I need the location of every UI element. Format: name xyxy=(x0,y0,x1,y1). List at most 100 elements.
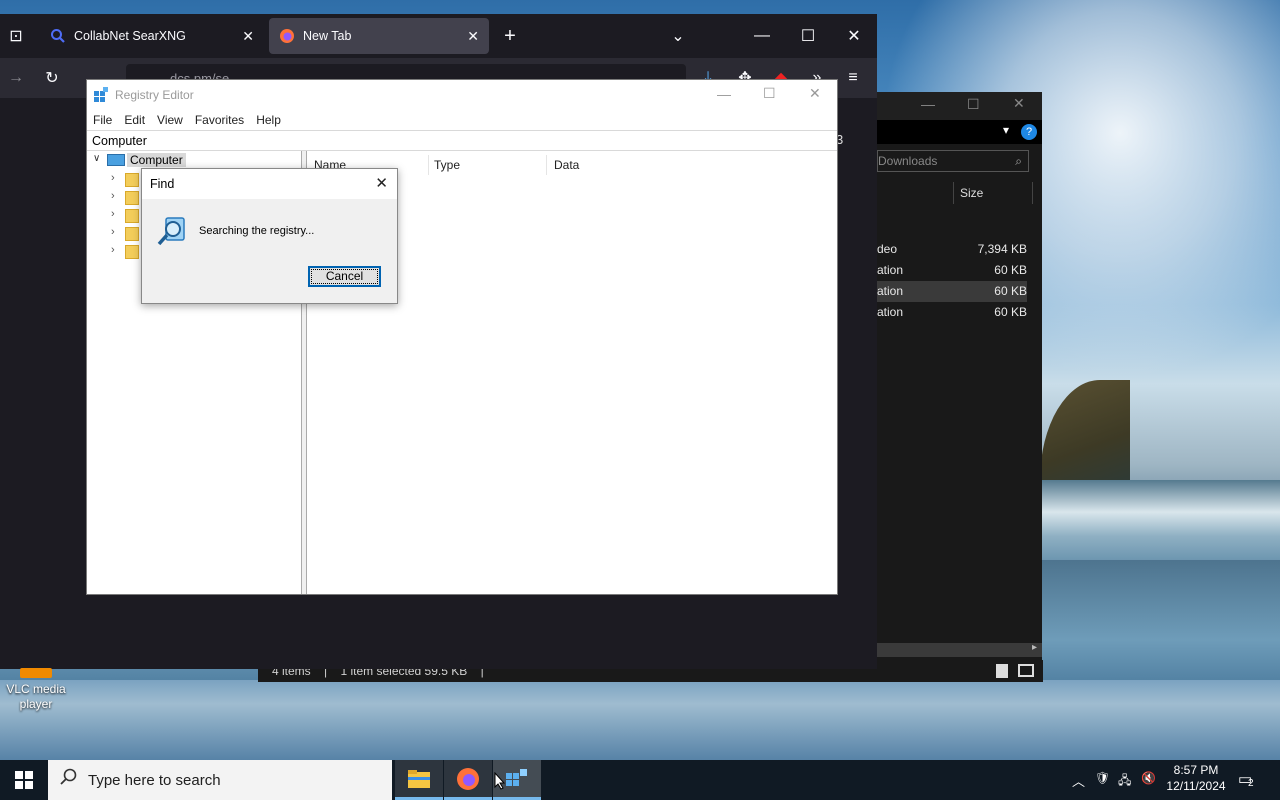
registry-editor-icon xyxy=(93,87,109,106)
details-view-icon[interactable] xyxy=(996,664,1008,678)
search-registry-icon xyxy=(156,214,190,251)
desktop-icon-vlc[interactable]: VLC media player xyxy=(0,668,72,712)
file-list-row[interactable]: ation 60 KB xyxy=(877,281,1027,302)
menu-edit[interactable]: Edit xyxy=(118,113,151,127)
registry-editor-window: Registry Editor — ☐ ✕ File Edit View Fav… xyxy=(86,79,838,595)
tree-node-hive[interactable]: › xyxy=(87,243,147,261)
search-placeholder: Type here to search xyxy=(88,771,221,789)
file-list-row[interactable]: ation 60 KB xyxy=(877,302,1027,323)
forward-icon[interactable]: → xyxy=(2,64,30,92)
close-icon[interactable]: ✕ xyxy=(375,169,388,199)
column-divider xyxy=(953,182,954,204)
expand-arrow-icon[interactable]: › xyxy=(111,208,115,220)
new-tab-icon[interactable]: + xyxy=(496,22,524,50)
tree-node-hive[interactable]: › xyxy=(87,171,147,189)
searching-message: Searching the registry... xyxy=(199,225,315,237)
explorer-search-input[interactable]: Downloads ⌕ xyxy=(877,150,1029,172)
find-dialog-titlebar: Find ✕ xyxy=(142,169,397,199)
tab-strip: ⊡ CollabNet SearXNG ✕ New Tab ✕ + ⌄ — ☐ … xyxy=(0,14,877,58)
minimize-icon[interactable]: — xyxy=(748,22,776,50)
menu-help[interactable]: Help xyxy=(250,113,287,127)
folder-icon xyxy=(125,173,139,187)
taskbar-firefox[interactable] xyxy=(444,760,492,800)
menu-file[interactable]: File xyxy=(87,113,118,127)
file-size: 60 KB xyxy=(994,305,1027,319)
close-icon[interactable]: ✕ xyxy=(809,85,821,102)
find-dialog: Find ✕ Searching the registry... Cancel xyxy=(141,168,398,304)
start-button[interactable] xyxy=(0,760,48,800)
horizontal-scrollbar[interactable]: ▸ xyxy=(877,642,1042,657)
show-hidden-icons-icon[interactable]: ︿ xyxy=(1072,771,1085,790)
search-icon xyxy=(50,28,66,44)
registry-editor-icon xyxy=(506,768,527,786)
file-name: ation xyxy=(877,284,904,298)
desktop-wallpaper-cliff xyxy=(1040,380,1130,490)
menu-view[interactable]: View xyxy=(151,113,189,127)
menu-bar: File Edit View Favorites Help xyxy=(87,110,837,130)
tree-node-hive[interactable]: › xyxy=(87,189,147,207)
tab-collabnet-searxng[interactable]: CollabNet SearXNG ✕ xyxy=(40,18,264,54)
expand-arrow-icon[interactable]: › xyxy=(111,190,115,202)
folder-icon xyxy=(125,227,139,241)
minimize-icon[interactable]: — xyxy=(717,86,731,102)
maximize-icon[interactable]: ☐ xyxy=(967,96,980,113)
vlc-icon xyxy=(20,668,52,678)
file-list-row[interactable]: ation 60 KB xyxy=(877,260,1027,281)
notification-count: 2 xyxy=(1248,778,1254,789)
network-icon[interactable]: 🖧 xyxy=(1118,771,1131,792)
file-size: 60 KB xyxy=(994,284,1027,298)
menu-favorites[interactable]: Favorites xyxy=(189,113,250,127)
taskbar-search-input[interactable]: Type here to search xyxy=(48,760,392,800)
column-data[interactable]: Data xyxy=(547,155,747,175)
close-tab-icon[interactable]: ✕ xyxy=(467,28,479,45)
expand-arrow-icon[interactable]: › xyxy=(111,244,115,256)
folder-icon xyxy=(125,191,139,205)
minimize-icon[interactable]: — xyxy=(921,96,935,112)
file-explorer-titlebar: — ☐ ✕ xyxy=(877,92,1042,120)
volume-muted-icon[interactable]: 🔇 xyxy=(1141,771,1156,785)
chevron-down-icon[interactable]: ▾ xyxy=(1003,123,1009,137)
hamburger-menu-icon[interactable]: ≡ xyxy=(839,64,867,92)
tiles-view-icon[interactable] xyxy=(1018,664,1034,677)
notifications-icon[interactable]: ▭ 2 xyxy=(1238,770,1254,789)
scroll-right-icon[interactable]: ▸ xyxy=(1032,642,1037,653)
file-explorer-window xyxy=(877,92,1042,682)
taskbar-file-explorer[interactable] xyxy=(395,760,443,800)
security-icon[interactable]: 🛡 xyxy=(1095,771,1110,785)
explorer-search-placeholder: Downloads xyxy=(878,154,938,168)
tab-new-tab[interactable]: New Tab ✕ xyxy=(269,18,489,54)
windows-icon xyxy=(15,771,33,789)
address-bar[interactable]: Computer xyxy=(87,130,837,151)
maximize-icon[interactable]: ☐ xyxy=(794,22,822,50)
file-list-row[interactable]: deo 7,394 KB xyxy=(877,239,1027,260)
desktop-wallpaper-sea xyxy=(1042,480,1280,560)
desktop-wallpaper-shore xyxy=(0,680,1280,760)
firefox-view-icon[interactable]: ⊡ xyxy=(2,22,30,50)
close-icon[interactable]: ✕ xyxy=(1013,95,1025,112)
desktop-icon-label: player xyxy=(19,697,53,711)
tree-node-hive[interactable]: › xyxy=(87,207,147,225)
expand-arrow-icon[interactable]: › xyxy=(111,172,115,184)
maximize-icon[interactable]: ☐ xyxy=(763,85,776,102)
tree-node-hive[interactable]: › xyxy=(87,225,147,243)
tab-label: New Tab xyxy=(303,29,352,43)
folder-icon xyxy=(125,245,139,259)
collapse-arrow-icon[interactable]: ∨ xyxy=(93,153,100,164)
help-icon[interactable]: ? xyxy=(1021,124,1037,140)
clock[interactable]: 8:57 PM 12/11/2024 xyxy=(1163,763,1229,793)
clock-time: 8:57 PM xyxy=(1173,763,1219,777)
reload-icon[interactable]: ↻ xyxy=(38,64,66,92)
folder-icon xyxy=(408,769,430,788)
file-name: deo xyxy=(877,242,898,256)
file-explorer-ribbon: ▾ ? xyxy=(877,120,1042,144)
file-size: 7,394 KB xyxy=(977,242,1027,256)
list-tabs-icon[interactable]: ⌄ xyxy=(664,22,692,50)
cancel-button[interactable]: Cancel xyxy=(308,266,381,287)
column-type[interactable]: Type xyxy=(427,155,547,175)
expand-arrow-icon[interactable]: › xyxy=(111,226,115,238)
close-tab-icon[interactable]: ✕ xyxy=(242,28,254,45)
size-column-header[interactable]: Size xyxy=(960,186,983,200)
close-icon[interactable]: ✕ xyxy=(840,22,868,50)
tree-node-computer[interactable]: Computer xyxy=(127,153,186,167)
firefox-icon xyxy=(279,28,295,44)
